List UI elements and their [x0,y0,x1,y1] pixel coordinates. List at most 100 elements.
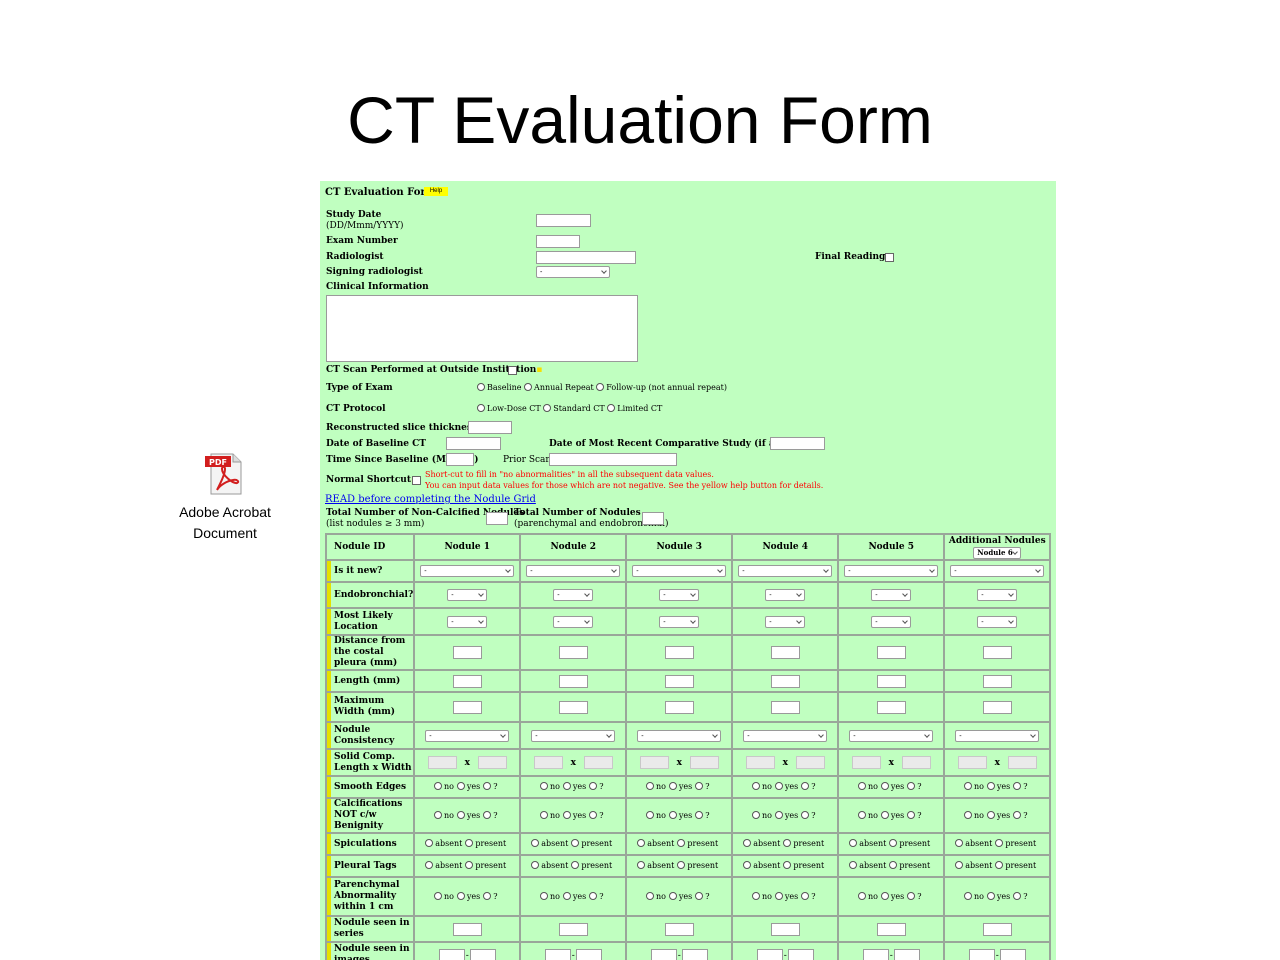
radio-no[interactable] [433,782,442,790]
radio-no[interactable] [539,810,548,819]
radio-yes[interactable] [986,891,995,900]
image-from-input[interactable] [544,948,571,960]
radio-yes[interactable] [774,810,783,819]
date-recent-input[interactable] [770,437,825,450]
radio-unknown[interactable] [483,810,492,819]
radio-yes[interactable] [456,782,465,790]
radio-absent[interactable] [955,861,964,869]
grid-select[interactable]: - [553,615,594,628]
image-to-input[interactable] [787,948,814,960]
radio-unknown[interactable] [695,891,704,900]
radiologist-input[interactable] [536,251,636,264]
radio-no[interactable] [857,782,866,790]
radio-yes[interactable] [668,810,677,819]
radio-no[interactable] [963,810,972,819]
radio-present[interactable] [783,861,792,869]
radio-present[interactable] [783,839,792,847]
radio-absent[interactable] [637,839,646,847]
radio-no[interactable] [963,782,972,790]
grid-input[interactable] [876,700,906,714]
grid-input[interactable] [558,922,588,936]
grid-input[interactable] [770,922,800,936]
grid-select[interactable]: - [447,615,488,628]
radio-unknown[interactable] [1013,782,1022,790]
grid-select[interactable]: - [447,589,488,601]
grid-select[interactable]: - [849,729,934,742]
image-from-input[interactable] [438,948,465,960]
radio-absent[interactable] [531,839,540,847]
grid-input[interactable] [558,700,588,714]
additional-nodules-select[interactable]: Nodule 6 [973,546,1022,559]
radio-limited-ct[interactable] [607,404,616,412]
radio-unknown[interactable] [589,891,598,900]
radio-yes[interactable] [562,810,571,819]
grid-select[interactable]: - [743,729,828,742]
solid-width-input[interactable] [901,756,931,769]
radio-no[interactable] [751,810,760,819]
radio-unknown[interactable] [801,810,810,819]
radio-unknown[interactable] [907,891,916,900]
grid-input[interactable] [664,922,694,936]
radio-yes[interactable] [668,891,677,900]
grid-select[interactable]: - [871,589,912,601]
radio-unknown[interactable] [1013,810,1022,819]
signing-radiologist-select[interactable]: - [536,266,610,278]
image-from-input[interactable] [756,948,783,960]
help-button[interactable]: Help [424,187,448,196]
grid-select[interactable]: - [420,565,515,577]
radio-yes[interactable] [774,891,783,900]
grid-input[interactable] [982,700,1012,714]
radio-unknown[interactable] [907,810,916,819]
normal-shortcut-checkbox[interactable] [412,476,421,485]
radio-present[interactable] [995,861,1004,869]
read-before-link[interactable]: READ before completing the Nodule Grid [325,494,536,505]
radio-yes[interactable] [562,782,571,790]
radio-yes[interactable] [880,810,889,819]
radio-yes[interactable] [456,810,465,819]
radio-unknown[interactable] [801,891,810,900]
radio-baseline[interactable] [477,383,485,391]
grid-select[interactable]: - [871,615,912,628]
grid-input[interactable] [558,674,588,688]
radio-no[interactable] [539,782,548,790]
grid-select[interactable]: - [632,565,727,577]
clinical-info-textarea[interactable] [326,295,638,362]
grid-input[interactable] [982,646,1012,659]
grid-select[interactable]: - [950,565,1045,577]
radio-yes[interactable] [986,810,995,819]
grid-input[interactable] [876,922,906,936]
radio-no[interactable] [751,891,760,900]
radio-absent[interactable] [425,861,434,869]
radio-yes[interactable] [774,782,783,790]
radio-yes[interactable] [562,891,571,900]
radio-present[interactable] [677,839,686,847]
grid-input[interactable] [770,700,800,714]
total-noncalc-input[interactable] [486,512,508,525]
radio-yes[interactable] [456,891,465,900]
grid-input[interactable] [452,922,482,936]
radio-unknown[interactable] [695,782,704,790]
radio-absent[interactable] [955,839,964,847]
grid-select[interactable]: - [531,729,616,742]
grid-input[interactable] [770,646,800,659]
solid-length-input[interactable] [639,756,669,769]
solid-width-input[interactable] [583,756,613,769]
radio-absent[interactable] [743,861,752,869]
solid-width-input[interactable] [1007,756,1037,769]
radio-present[interactable] [465,839,474,847]
grid-input[interactable] [664,700,694,714]
grid-select[interactable]: - [659,615,700,628]
radio-absent[interactable] [849,861,858,869]
grid-select[interactable]: - [955,729,1040,742]
radio-absent[interactable] [531,861,540,869]
solid-width-input[interactable] [795,756,825,769]
image-to-input[interactable] [893,948,920,960]
radio-yes[interactable] [668,782,677,790]
grid-input[interactable] [558,646,588,659]
prior-scans-input[interactable] [549,453,677,466]
radio-no[interactable] [645,782,654,790]
grid-select[interactable]: - [765,589,806,601]
radio-unknown[interactable] [907,782,916,790]
grid-input[interactable] [982,674,1012,688]
radio-no[interactable] [433,810,442,819]
